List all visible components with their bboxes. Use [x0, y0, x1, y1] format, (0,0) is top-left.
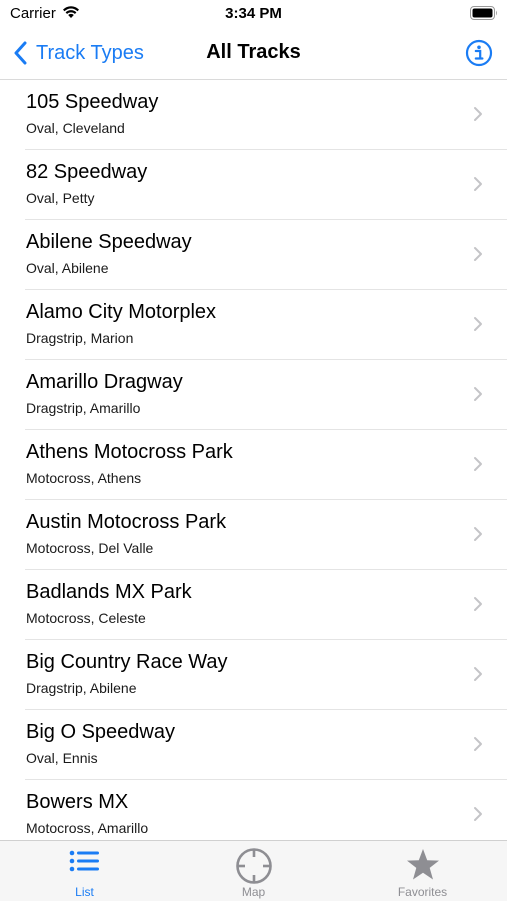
chevron-right-icon [474, 527, 482, 541]
chevron-right-icon [474, 737, 482, 751]
tab-favorites[interactable]: Favorites [338, 841, 507, 901]
battery-icon [470, 6, 498, 20]
list-icon [69, 850, 99, 872]
list-item[interactable]: Bowers MX Motocross, Amarillo [25, 780, 507, 840]
chevron-right-icon [474, 457, 482, 471]
page-title: All Tracks [206, 41, 301, 63]
chevron-right-icon [474, 667, 482, 681]
tab-map[interactable]: Map [169, 841, 338, 901]
track-name: 105 Speedway [26, 91, 159, 113]
navigation-bar: Track Types All Tracks [0, 28, 507, 80]
list-item[interactable]: Athens Motocross Park Motocross, Athens [25, 430, 507, 500]
track-detail: Dragstrip, Amarillo [26, 400, 141, 416]
status-bar: Carrier 3:34 PM [0, 0, 507, 28]
chevron-right-icon [474, 107, 482, 121]
star-icon [406, 849, 439, 880]
list-item[interactable]: Badlands MX Park Motocross, Celeste [25, 570, 507, 640]
track-list[interactable]: 105 Speedway Oval, Cleveland 82 Speedway Ov… [0, 80, 507, 840]
track-name: Alamo City Motorplex [26, 301, 217, 323]
list-item[interactable]: Big Country Race Way Dragstrip, Abilene [25, 640, 507, 710]
chevron-right-icon [474, 247, 482, 261]
track-detail: Motocross, Del Valle [26, 540, 154, 556]
track-name: Big Country Race Way [26, 651, 228, 673]
status-time: 3:34 PM [225, 5, 282, 22]
track-detail: Oval, Petty [26, 190, 95, 206]
tab-list-label: List [75, 885, 94, 899]
track-name: Badlands MX Park [26, 581, 192, 603]
chevron-right-icon [474, 177, 482, 191]
chevron-right-icon [474, 387, 482, 401]
list-item[interactable]: Alamo City Motorplex Dragstrip, Marion [25, 290, 507, 360]
track-name: Athens Motocross Park [26, 441, 233, 463]
tab-list[interactable]: List [0, 841, 169, 901]
chevron-right-icon [474, 317, 482, 331]
list-item[interactable]: Amarillo Dragway Dragstrip, Amarillo [25, 360, 507, 430]
track-name: Abilene Speedway [26, 231, 192, 253]
track-detail: Oval, Abilene [26, 260, 109, 276]
list-item[interactable]: 82 Speedway Oval, Petty [25, 150, 507, 220]
track-detail: Oval, Ennis [26, 750, 98, 766]
track-detail: Motocross, Athens [26, 470, 142, 486]
track-name: Bowers MX [26, 791, 129, 813]
track-detail: Motocross, Celeste [26, 610, 146, 626]
crosshair-icon [235, 848, 272, 884]
chevron-right-icon [474, 597, 482, 611]
track-detail: Motocross, Amarillo [26, 820, 149, 836]
track-detail: Oval, Cleveland [26, 120, 125, 136]
tab-favorites-label: Favorites [397, 885, 448, 899]
tab-map-label: Map [241, 885, 266, 899]
tab-bar: List Map Favorites [0, 840, 507, 901]
track-name: Amarillo Dragway [26, 371, 183, 393]
track-detail: Dragstrip, Abilene [26, 680, 137, 696]
list-item[interactable]: Big O Speedway Oval, Ennis [25, 710, 507, 780]
track-name: Big O Speedway [26, 721, 175, 743]
list-item[interactable]: 105 Speedway Oval, Cleveland [25, 80, 507, 150]
list-item[interactable]: Austin Motocross Park Motocross, Del Vall… [25, 500, 507, 570]
info-icon[interactable] [465, 39, 493, 67]
list-item[interactable]: Abilene Speedway Oval, Abilene [25, 220, 507, 290]
track-detail: Dragstrip, Marion [26, 330, 134, 346]
track-name: Austin Motocross Park [26, 511, 227, 533]
track-name: 82 Speedway [26, 161, 148, 183]
chevron-right-icon [474, 807, 482, 821]
